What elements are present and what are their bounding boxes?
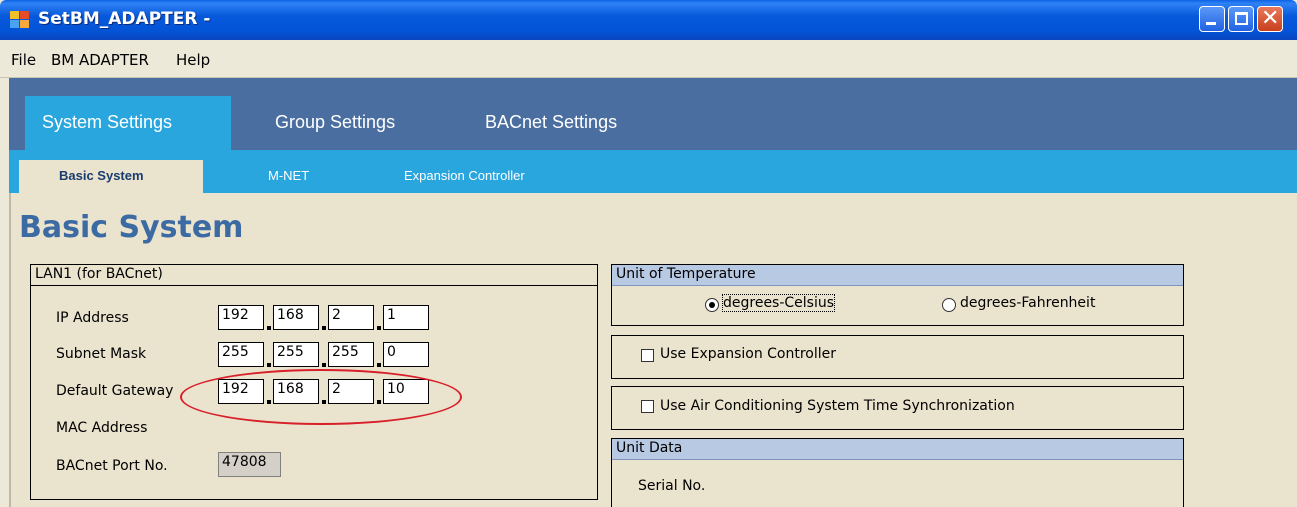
default-gateway-label: Default Gateway bbox=[56, 383, 174, 399]
subnet-separator bbox=[377, 363, 381, 367]
subnet-octet-3[interactable]: 255 bbox=[328, 342, 374, 367]
unit-data-group: Unit Data bbox=[611, 438, 1184, 507]
ip-octet-2[interactable]: 168 bbox=[273, 305, 319, 330]
minimize-icon bbox=[1206, 22, 1216, 25]
highlight-ellipse bbox=[180, 369, 462, 425]
menu-bm-adapter[interactable]: BM ADAPTER bbox=[51, 51, 149, 69]
expansion-checkbox[interactable] bbox=[641, 349, 654, 362]
unit-data-heading: Unit Data bbox=[612, 439, 1183, 460]
mac-address-label: MAC Address bbox=[56, 420, 148, 436]
subnet-octet-1[interactable]: 255 bbox=[218, 342, 264, 367]
window-title: SetBM_ADAPTER - bbox=[38, 9, 211, 29]
lan-group-heading: LAN1 (for BACnet) bbox=[31, 265, 597, 286]
time-sync-checkbox[interactable] bbox=[641, 400, 654, 413]
page-title: Basic System bbox=[19, 210, 244, 245]
temperature-heading: Unit of Temperature bbox=[612, 265, 1183, 286]
ip-separator bbox=[322, 326, 326, 330]
tab-system-settings-label[interactable]: System Settings bbox=[42, 112, 172, 133]
maximize-icon bbox=[1235, 12, 1248, 25]
ip-octet-4[interactable]: 1 bbox=[383, 305, 429, 330]
ip-separator bbox=[267, 326, 271, 330]
subnet-octet-2[interactable]: 255 bbox=[273, 342, 319, 367]
time-sync-label[interactable]: Use Air Conditioning System Time Synchro… bbox=[660, 398, 1015, 414]
subnet-separator bbox=[322, 363, 326, 367]
fahrenheit-radio[interactable] bbox=[942, 298, 956, 312]
subnet-mask-label: Subnet Mask bbox=[56, 346, 147, 362]
subtab-m-net[interactable]: M-NET bbox=[268, 168, 309, 183]
subnet-separator bbox=[267, 363, 271, 367]
subnet-octet-4[interactable]: 0 bbox=[383, 342, 429, 367]
celsius-label[interactable]: degrees-Celsius bbox=[721, 294, 836, 312]
subtab-expansion-controller[interactable]: Expansion Controller bbox=[404, 168, 525, 183]
bacnet-port-field: 47808 bbox=[218, 452, 281, 477]
ip-octet-1[interactable]: 192 bbox=[218, 305, 264, 330]
ip-separator bbox=[377, 326, 381, 330]
bacnet-port-label: BACnet Port No. bbox=[56, 458, 168, 474]
fahrenheit-label[interactable]: degrees-Fahrenheit bbox=[960, 295, 1095, 311]
tab-group-settings[interactable]: Group Settings bbox=[275, 112, 395, 133]
serial-no-label: Serial No. bbox=[638, 478, 706, 494]
expansion-label[interactable]: Use Expansion Controller bbox=[660, 346, 836, 362]
menu-file[interactable]: File bbox=[11, 51, 36, 69]
content-left-border bbox=[9, 193, 11, 507]
maximize-button[interactable] bbox=[1228, 6, 1254, 32]
ip-address-label: IP Address bbox=[56, 310, 129, 326]
tab-bacnet-settings[interactable]: BACnet Settings bbox=[485, 112, 617, 133]
close-icon: ✕ bbox=[1261, 6, 1280, 31]
ip-octet-3[interactable]: 2 bbox=[328, 305, 374, 330]
close-button[interactable]: ✕ bbox=[1257, 6, 1283, 32]
minimize-button[interactable] bbox=[1199, 6, 1225, 32]
subtab-basic-system-label[interactable]: Basic System bbox=[59, 168, 144, 183]
app-icon bbox=[10, 11, 30, 29]
celsius-radio[interactable] bbox=[705, 298, 719, 312]
menu-help[interactable]: Help bbox=[176, 51, 210, 69]
temperature-group: Unit of Temperature bbox=[611, 264, 1184, 326]
